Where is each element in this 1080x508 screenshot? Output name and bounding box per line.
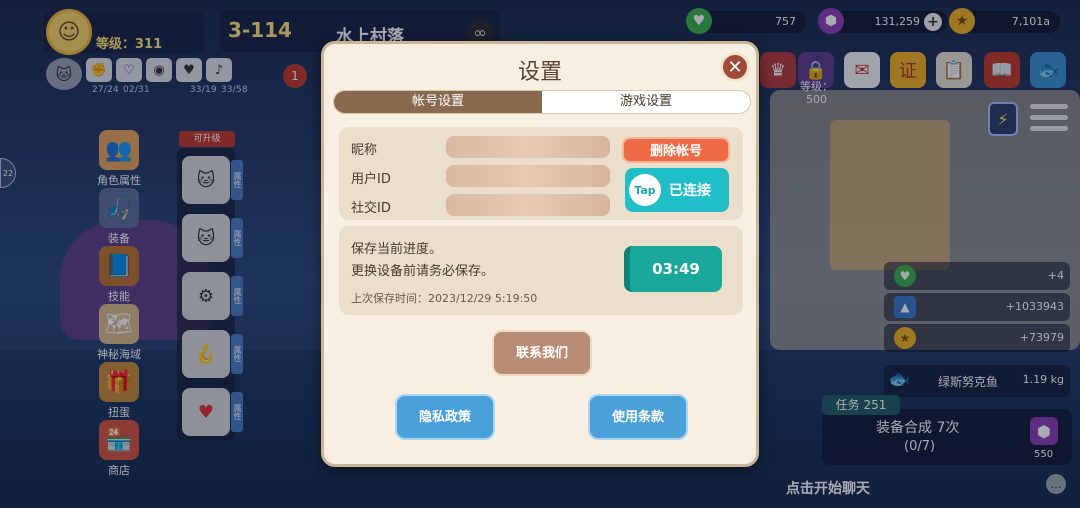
delete-account-button[interactable]: 删除帐号 [622, 137, 730, 163]
last-save-time: 上次保存时间：2023/12/29 5:19:50 [351, 292, 538, 305]
close-button[interactable]: ✕ [720, 52, 750, 82]
user-id-label: 用户ID [351, 172, 391, 187]
privacy-policy-button[interactable]: 隐私政策 [395, 394, 495, 440]
save-timer-button[interactable]: 03:49 [624, 246, 722, 292]
terms-of-use-button[interactable]: 使用条款 [588, 394, 688, 440]
tab-game-settings[interactable]: 游戏设置 [542, 91, 750, 113]
tab-account-settings[interactable]: 帐号设置 [334, 91, 542, 113]
taptap-logo-icon: Tap [629, 174, 661, 206]
save-text-line1: 保存当前进度。 [351, 242, 443, 257]
save-text-line2: 更换设备前请务必保存。 [351, 264, 495, 279]
save-panel: 保存当前进度。 更换设备前请务必保存。 上次保存时间：2023/12/29 5:… [339, 226, 743, 315]
user-id-field [446, 165, 610, 187]
nickname-label: 昵称 [351, 143, 378, 158]
settings-dialog: 设置 ✕ 帐号设置 游戏设置 昵称 用户ID 社交ID 删除帐号 Tap 已连接… [321, 41, 759, 467]
account-panel: 昵称 用户ID 社交ID 删除帐号 Tap 已连接 [339, 127, 743, 220]
taptap-connected-button[interactable]: Tap 已连接 [625, 168, 729, 212]
social-id-label: 社交ID [351, 201, 391, 216]
dialog-title: 设置 [517, 60, 562, 85]
connected-label: 已连接 [669, 183, 711, 199]
contact-us-button[interactable]: 联系我们 [492, 330, 592, 376]
nickname-field [446, 136, 610, 158]
close-icon: ✕ [727, 56, 743, 78]
settings-tabs: 帐号设置 游戏设置 [333, 90, 751, 114]
social-id-field [446, 194, 610, 216]
